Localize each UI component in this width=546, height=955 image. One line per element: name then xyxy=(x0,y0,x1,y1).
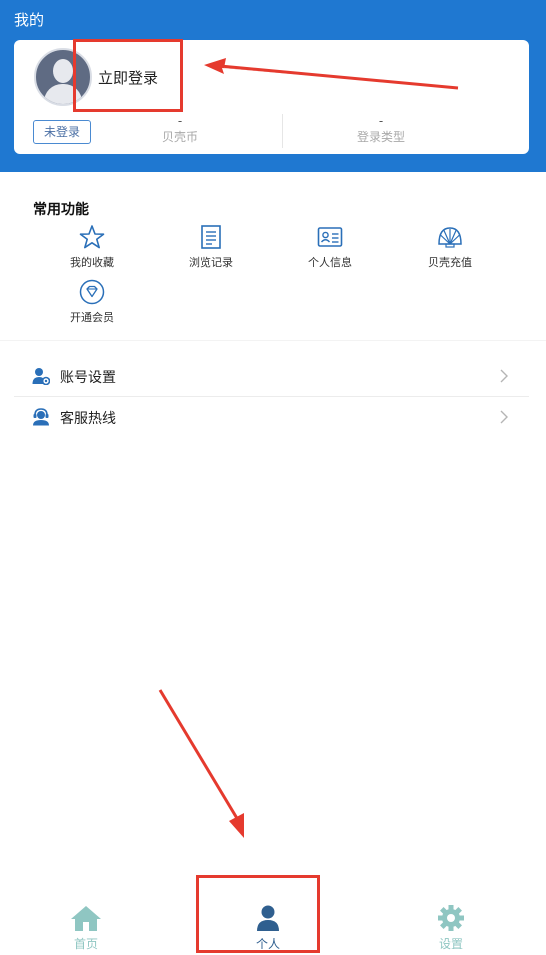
customer-service-icon xyxy=(33,408,49,426)
tab-settings[interactable]: 设置 xyxy=(406,904,496,952)
function-label: 浏览记录 xyxy=(189,256,233,269)
coins-value: - xyxy=(177,114,183,128)
login-status-badge: 未登录 xyxy=(33,120,91,144)
menu-item-customer-service[interactable]: 客服热线 xyxy=(14,397,529,437)
function-label: 个人信息 xyxy=(308,256,352,269)
chevron-right-icon xyxy=(500,369,508,383)
function-profile-info[interactable]: 个人信息 xyxy=(285,224,375,270)
tab-home[interactable]: 首页 xyxy=(41,904,131,952)
shell-icon xyxy=(438,227,462,248)
star-icon xyxy=(79,225,105,249)
annotation-arrow-tab xyxy=(229,813,244,838)
function-history[interactable]: 浏览记录 xyxy=(166,224,256,270)
menu-item-label: 账号设置 xyxy=(60,370,116,386)
avatar-head-shape xyxy=(53,59,73,83)
stat-divider xyxy=(282,114,283,148)
annotation-highlight-profile-tab xyxy=(196,875,320,953)
coins-label: 贝壳币 xyxy=(161,130,198,144)
annotation-highlight-login xyxy=(73,39,183,112)
login-type-label: 登录类型 xyxy=(356,130,405,144)
function-favorites[interactable]: 我的收藏 xyxy=(47,224,137,270)
function-recharge[interactable]: 贝壳充值 xyxy=(405,224,495,270)
user-settings-icon xyxy=(32,368,50,385)
diamond-icon xyxy=(79,279,105,305)
gear-icon xyxy=(438,905,464,931)
functions-title: 常用功能 xyxy=(33,202,89,218)
menu-item-account-settings[interactable]: 账号设置 xyxy=(14,356,529,396)
function-label: 贝壳充值 xyxy=(428,256,472,269)
home-icon xyxy=(71,906,101,931)
id-card-icon xyxy=(317,227,343,247)
tab-label: 设置 xyxy=(438,937,463,951)
section-divider xyxy=(0,340,546,341)
annotation-arrow-tab-shaft xyxy=(158,689,240,821)
coins-stat: - 贝壳币 xyxy=(140,114,220,146)
page-title: 我的 xyxy=(14,11,45,29)
menu-item-label: 客服热线 xyxy=(60,411,116,427)
history-list-icon xyxy=(201,225,221,249)
tab-label: 首页 xyxy=(73,937,98,951)
chevron-right-icon xyxy=(500,410,508,424)
function-label: 开通会员 xyxy=(70,311,114,324)
function-label: 我的收藏 xyxy=(70,256,114,269)
login-type-stat: - 登录类型 xyxy=(336,114,426,146)
function-membership[interactable]: 开通会员 xyxy=(47,279,137,325)
login-type-value: - xyxy=(378,114,384,128)
